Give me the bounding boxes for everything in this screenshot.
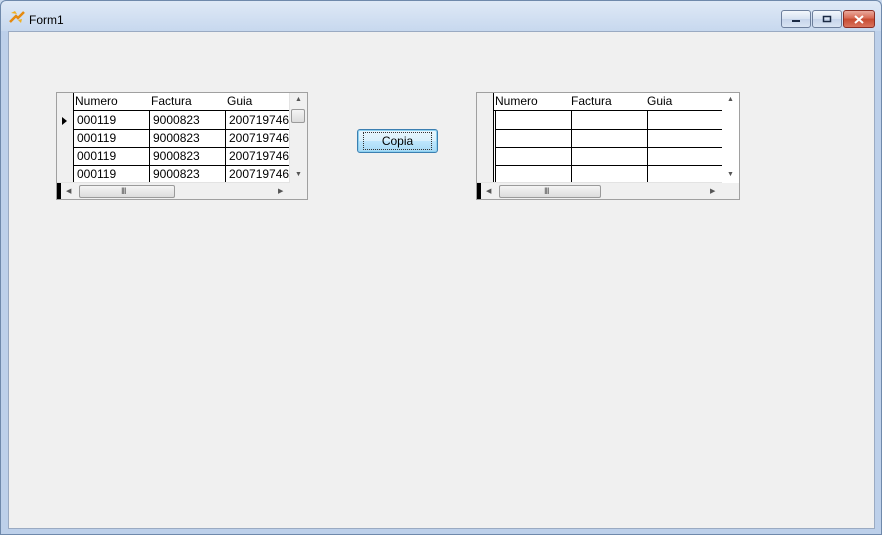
scroll-left-marker	[477, 183, 481, 199]
grid-left-horizontal-scrollbar[interactable]: ◀ III ▶	[57, 182, 290, 199]
grid-left-col-guia[interactable]: Guia	[227, 94, 252, 108]
cell[interactable]	[496, 129, 572, 147]
grid-left-row-header	[57, 93, 74, 183]
maximize-icon	[822, 15, 832, 23]
scroll-left-marker	[57, 183, 61, 199]
cell[interactable]: 9000823	[150, 147, 226, 165]
table-row[interactable]: 000119 9000823 200719746	[74, 147, 292, 166]
window-title: Form1	[29, 13, 64, 27]
cell[interactable]	[496, 147, 572, 165]
grid-left-col-numero[interactable]: Numero	[75, 94, 118, 108]
copy-button-label: Copia	[362, 132, 433, 150]
grid-left-header: Numero Factura Guia	[74, 93, 290, 111]
form1-window: Form1 Numero Factura Guia 000119 9000823…	[0, 0, 882, 535]
grid-right-header: Numero Factura Guia	[494, 93, 722, 111]
grip-icon: III	[544, 186, 549, 196]
minimize-icon	[792, 20, 800, 22]
scroll-thumb[interactable]: III	[499, 185, 601, 198]
grip-icon: III	[121, 186, 126, 196]
cell[interactable]: 9000823	[150, 165, 226, 183]
grid-right[interactable]: Numero Factura Guia ▲ ▼ ◀ III ▶	[476, 92, 740, 200]
caption-buttons	[781, 10, 875, 28]
close-button[interactable]	[843, 10, 875, 28]
scroll-right-icon[interactable]: ▶	[710, 187, 715, 195]
copy-button[interactable]: Copia	[357, 129, 438, 153]
close-icon	[854, 14, 864, 24]
cell[interactable]	[572, 129, 648, 147]
cell[interactable]	[572, 111, 648, 129]
table-row[interactable]: 000119 9000823 200719746	[74, 111, 292, 130]
cell[interactable]: 000119	[74, 165, 150, 183]
cell[interactable]	[648, 129, 724, 147]
grid-right-row-header	[477, 93, 494, 183]
cell[interactable]	[572, 165, 648, 183]
scroll-up-icon[interactable]: ▲	[727, 96, 734, 103]
scroll-corner	[722, 183, 739, 199]
client-area: Numero Factura Guia 000119 9000823 20071…	[8, 31, 875, 529]
current-row-indicator	[62, 117, 67, 125]
cell[interactable]: 9000823	[150, 129, 226, 147]
grid-right-vertical-scrollbar[interactable]: ▲ ▼	[722, 93, 739, 183]
title-bar[interactable]: Form1	[1, 1, 881, 31]
grid-right-horizontal-scrollbar[interactable]: ◀ III ▶	[477, 182, 722, 199]
grid-right-col-numero[interactable]: Numero	[495, 94, 538, 108]
scroll-down-icon[interactable]: ▼	[295, 171, 302, 178]
cell[interactable]	[648, 111, 724, 129]
maximize-button[interactable]	[812, 10, 842, 28]
grid-left-vertical-scrollbar[interactable]: ▲ ▼	[289, 93, 307, 183]
app-icon	[9, 11, 25, 23]
cell[interactable]	[572, 147, 648, 165]
scroll-thumb[interactable]: III	[79, 185, 175, 198]
grid-left[interactable]: Numero Factura Guia 000119 9000823 20071…	[56, 92, 308, 200]
grid-left-col-factura[interactable]: Factura	[151, 94, 192, 108]
scroll-corner	[290, 183, 307, 199]
grid-right-col-factura[interactable]: Factura	[571, 94, 612, 108]
table-row[interactable]	[496, 111, 724, 130]
cell[interactable]	[648, 147, 724, 165]
scroll-left-icon[interactable]: ◀	[66, 187, 71, 195]
minimize-button[interactable]	[781, 10, 811, 28]
cell[interactable]: 000119	[74, 129, 150, 147]
table-row[interactable]	[496, 165, 724, 183]
cell[interactable]	[496, 165, 572, 183]
cell[interactable]	[648, 165, 724, 183]
cell[interactable]: 000119	[74, 111, 150, 129]
scroll-left-icon[interactable]: ◀	[486, 187, 491, 195]
cell[interactable]	[496, 111, 572, 129]
scroll-down-icon[interactable]: ▼	[727, 171, 734, 178]
scroll-right-icon[interactable]: ▶	[278, 187, 283, 195]
scroll-thumb[interactable]	[291, 109, 305, 123]
cell[interactable]: 9000823	[150, 111, 226, 129]
table-row[interactable]	[496, 129, 724, 148]
table-row[interactable]	[496, 147, 724, 166]
cell[interactable]: 000119	[74, 147, 150, 165]
grid-right-col-guia[interactable]: Guia	[647, 94, 672, 108]
scroll-up-icon[interactable]: ▲	[295, 96, 302, 103]
table-row[interactable]: 000119 9000823 200719746	[74, 129, 292, 148]
